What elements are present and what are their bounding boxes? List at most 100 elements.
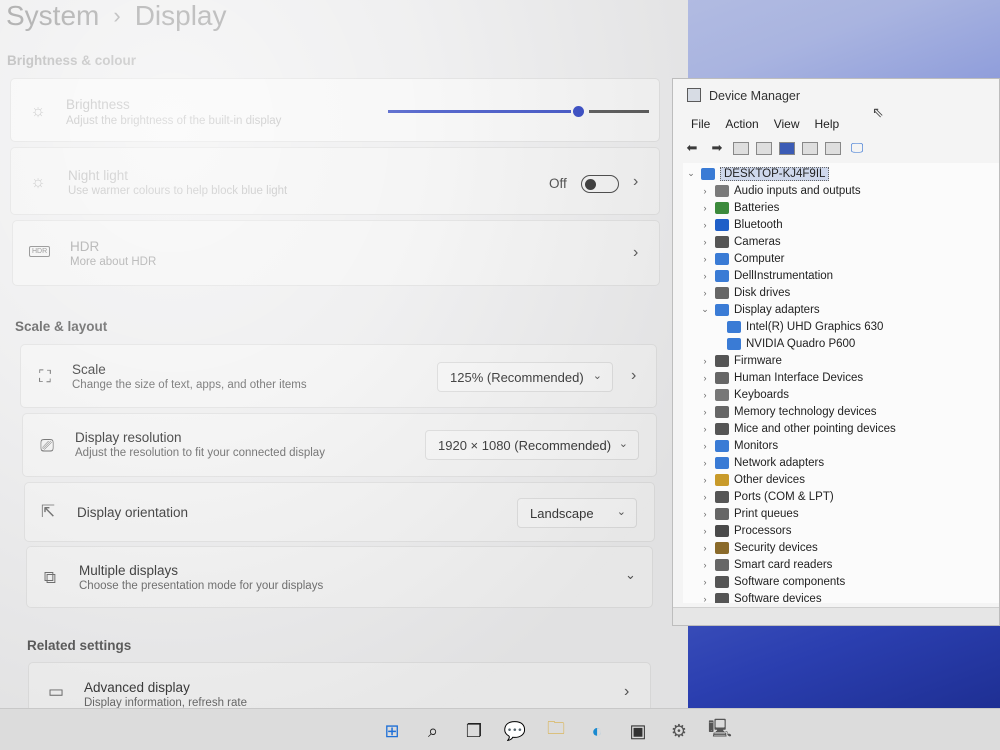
tree-category[interactable]: › Print queues bbox=[699, 505, 799, 522]
tree-category[interactable]: › Audio inputs and outputs bbox=[699, 182, 861, 199]
tree-category[interactable]: › Mice and other pointing devices bbox=[699, 420, 896, 437]
settings-window: System › Display Brightness & colour ☼ B… bbox=[0, 0, 688, 708]
brightness-slider-fill[interactable] bbox=[388, 110, 571, 113]
tree-category[interactable]: › Disk drives bbox=[699, 284, 790, 301]
night-light-card[interactable]: ☼ Night light Use warmer colours to help… bbox=[10, 147, 660, 215]
expand-icon[interactable]: ⌄ bbox=[685, 168, 697, 179]
properties-icon[interactable] bbox=[756, 141, 772, 155]
monitor-icon[interactable]: 🖵 bbox=[848, 140, 866, 156]
tree-category[interactable]: › Computer bbox=[699, 250, 785, 267]
store-icon[interactable]: ▣ bbox=[626, 719, 650, 743]
chevron-right-icon[interactable]: › bbox=[624, 683, 629, 701]
show-hide-console-icon[interactable] bbox=[733, 141, 749, 155]
tree-category[interactable]: › Software devices bbox=[699, 590, 822, 603]
advanced-display-card[interactable]: ▭ Advanced display Display information, … bbox=[28, 662, 651, 708]
expand-icon[interactable]: › bbox=[699, 407, 711, 417]
brightness-slider-thumb[interactable] bbox=[573, 106, 584, 117]
update-driver-icon[interactable] bbox=[802, 141, 818, 155]
expand-icon[interactable]: › bbox=[699, 390, 711, 400]
expand-icon[interactable]: › bbox=[699, 203, 711, 213]
expand-icon[interactable]: › bbox=[699, 220, 711, 230]
chevron-right-icon[interactable]: › bbox=[633, 244, 638, 262]
chevron-right-icon[interactable]: › bbox=[633, 173, 638, 191]
orientation-dropdown[interactable]: Landscape ⌄ bbox=[517, 498, 637, 528]
menu-action[interactable]: Action bbox=[725, 117, 758, 131]
search-icon[interactable]: ⌕ bbox=[421, 719, 445, 743]
back-arrow-icon[interactable]: ⬅ bbox=[683, 140, 701, 156]
tree-category[interactable]: › Human Interface Devices bbox=[699, 369, 863, 386]
device-manager-icon[interactable]: 🖳 bbox=[708, 718, 732, 743]
expand-icon[interactable]: › bbox=[699, 458, 711, 468]
orientation-card: ⇱ Display orientation Landscape ⌄ bbox=[24, 482, 655, 542]
resolution-dropdown[interactable]: 1920 × 1080 (Recommended) ⌄ bbox=[425, 430, 639, 460]
tree-category[interactable]: › Processors bbox=[699, 522, 792, 539]
menu-file[interactable]: File bbox=[691, 117, 710, 131]
chevron-right-icon[interactable]: › bbox=[631, 367, 636, 385]
tree-category[interactable]: ⌄ Display adapters bbox=[699, 301, 820, 318]
tree-category[interactable]: › Keyboards bbox=[699, 386, 789, 403]
tree-category[interactable]: › Other devices bbox=[699, 471, 805, 488]
expand-icon[interactable]: › bbox=[699, 560, 711, 570]
menu-help[interactable]: Help bbox=[815, 117, 840, 131]
tree-category[interactable]: › Monitors bbox=[699, 437, 778, 454]
expand-icon[interactable]: › bbox=[699, 424, 711, 434]
expand-icon[interactable]: › bbox=[699, 594, 711, 604]
hdr-title: HDR bbox=[70, 239, 100, 254]
tree-category[interactable]: › Software components bbox=[699, 573, 845, 590]
expand-icon[interactable]: › bbox=[699, 543, 711, 553]
expand-icon[interactable]: › bbox=[699, 492, 711, 502]
breadcrumb: System › Display bbox=[6, 0, 227, 32]
night-light-toggle[interactable] bbox=[581, 175, 619, 193]
tree-category[interactable]: › Ports (COM & LPT) bbox=[699, 488, 834, 505]
task-view-icon[interactable]: ❐ bbox=[462, 719, 486, 743]
tree-category[interactable]: › Security devices bbox=[699, 539, 818, 556]
device-manager-window: Device Manager File Action View Help ⬅ ➡… bbox=[672, 78, 1000, 626]
expand-icon[interactable]: › bbox=[699, 526, 711, 536]
tree-category[interactable]: › Smart card readers bbox=[699, 556, 832, 573]
expand-icon[interactable]: › bbox=[699, 373, 711, 383]
expand-icon[interactable]: › bbox=[699, 254, 711, 264]
file-explorer-icon[interactable]: 🗀 bbox=[544, 718, 568, 743]
chevron-down-icon[interactable]: ⌄ bbox=[625, 567, 636, 583]
expand-icon[interactable]: › bbox=[699, 509, 711, 519]
memory-icon bbox=[715, 405, 729, 418]
tree-device[interactable]: NVIDIA Quadro P600 bbox=[723, 335, 855, 352]
software-icon bbox=[715, 575, 729, 588]
tree-category[interactable]: › Network adapters bbox=[699, 454, 824, 471]
menu-view[interactable]: View bbox=[774, 117, 800, 131]
expand-icon[interactable]: › bbox=[699, 356, 711, 366]
tree-category[interactable]: › Cameras bbox=[699, 233, 781, 250]
expand-icon[interactable]: › bbox=[699, 441, 711, 451]
tree-root[interactable]: ⌄ DESKTOP-KJ4F9IL bbox=[685, 165, 830, 182]
scale-dropdown[interactable]: 125% (Recommended) ⌄ bbox=[437, 362, 613, 392]
multiple-displays-title: Multiple displays bbox=[79, 563, 179, 578]
tree-category[interactable]: › Bluetooth bbox=[699, 216, 783, 233]
scale-card[interactable]: ⛶ Scale Change the size of text, apps, a… bbox=[20, 344, 657, 408]
scan-hardware-icon[interactable] bbox=[825, 141, 841, 155]
tree-device[interactable]: Intel(R) UHD Graphics 630 bbox=[723, 318, 883, 335]
tree-category[interactable]: › DellInstrumentation bbox=[699, 267, 833, 284]
expand-icon[interactable]: › bbox=[699, 288, 711, 298]
section-title-scale: Scale & layout bbox=[15, 319, 108, 334]
hdr-card[interactable]: HDR HDR More about HDR › bbox=[12, 220, 660, 286]
multiple-displays-card[interactable]: ⧉ Multiple displays Choose the presentat… bbox=[26, 546, 653, 608]
start-icon[interactable]: ⊞ bbox=[380, 719, 404, 743]
expand-icon[interactable]: › bbox=[699, 475, 711, 485]
tree-category[interactable]: › Firmware bbox=[699, 352, 782, 369]
tree-category[interactable]: › Batteries bbox=[699, 199, 779, 216]
night-light-subtitle: Use warmer colours to help block blue li… bbox=[68, 185, 288, 197]
collapse-icon[interactable]: ⌄ bbox=[699, 304, 711, 315]
expand-icon[interactable]: › bbox=[699, 271, 711, 281]
expand-icon[interactable]: › bbox=[699, 237, 711, 247]
help-icon[interactable] bbox=[779, 141, 795, 155]
expand-icon[interactable]: › bbox=[699, 577, 711, 587]
forward-arrow-icon[interactable]: ➡ bbox=[708, 140, 726, 156]
expand-icon[interactable]: › bbox=[699, 186, 711, 196]
breadcrumb-parent[interactable]: System bbox=[6, 0, 99, 32]
hdr-subtitle[interactable]: More about HDR bbox=[70, 256, 156, 268]
tree-category[interactable]: › Memory technology devices bbox=[699, 403, 877, 420]
settings-icon[interactable]: ⚙ bbox=[667, 719, 691, 743]
chat-icon[interactable]: 💬 bbox=[503, 719, 527, 743]
brightness-slider-track[interactable] bbox=[589, 110, 649, 113]
edge-icon[interactable]: ◐ bbox=[585, 719, 609, 743]
